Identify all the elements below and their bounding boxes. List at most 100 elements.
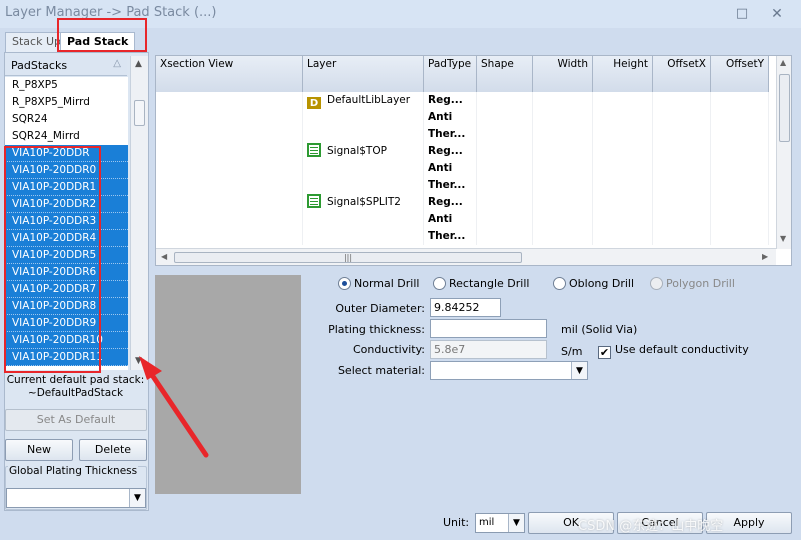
- grid-cell: [477, 126, 533, 143]
- grid-row[interactable]: Ther...: [156, 126, 776, 143]
- padstack-list-item[interactable]: R_P8XP5_Mirrd: [5, 94, 128, 111]
- layer-cell: [303, 126, 424, 143]
- grid-cell: [477, 160, 533, 177]
- unit-select[interactable]: mil ▼: [475, 513, 525, 533]
- radio-icon[interactable]: [433, 277, 446, 290]
- grid-vertical-scrollbar[interactable]: ▲ ▼: [776, 56, 791, 249]
- dropdown-arrow-icon[interactable]: ▼: [571, 362, 587, 379]
- dropdown-arrow-icon[interactable]: ▼: [508, 514, 524, 532]
- checkmark-icon[interactable]: ✔: [598, 346, 611, 359]
- grid-cell: [593, 160, 653, 177]
- scroll-up-icon[interactable]: ▲: [135, 59, 142, 69]
- padstack-list-item[interactable]: VIA10P-20DDR: [5, 145, 128, 162]
- grid-cell: [653, 194, 711, 211]
- padstack-list-item[interactable]: VIA10P-20DDR4: [5, 230, 128, 247]
- padstack-list-item[interactable]: SQR24: [5, 111, 128, 128]
- cancel-button[interactable]: Cancel: [617, 512, 703, 534]
- grid-column-header[interactable]: OffsetY: [711, 56, 769, 92]
- use-default-conductivity-checkbox[interactable]: ✔ Use default conductivity: [598, 343, 749, 359]
- padstack-list-item[interactable]: VIA10P-20DDR2: [5, 196, 128, 213]
- drill-option-radio[interactable]: Polygon Drill: [650, 277, 735, 290]
- grid-column-header[interactable]: Width: [533, 56, 593, 92]
- grid-cell: [711, 109, 769, 126]
- grid-column-header[interactable]: Xsection View: [156, 56, 303, 92]
- grid-cell: [653, 160, 711, 177]
- grid-row[interactable]: Signal$TOP Reg...: [156, 143, 776, 160]
- layer-grid: Xsection View Layer PadType Shape Width Heigh…: [155, 55, 792, 266]
- global-plating-label: Global Plating Thickness: [8, 465, 139, 477]
- dropdown-arrow-icon[interactable]: ▼: [129, 489, 145, 507]
- padstack-list-item[interactable]: VIA10P-20DDR8: [5, 298, 128, 315]
- padstack-list-item[interactable]: VIA10P-20DDR1: [5, 179, 128, 196]
- radio-icon[interactable]: [650, 277, 663, 290]
- drill-option-radio[interactable]: Normal Drill: [338, 277, 419, 290]
- signal-layer-icon: [307, 143, 321, 157]
- padstacks-header[interactable]: PadStacks △: [5, 56, 127, 76]
- grid-row[interactable]: Ther...: [156, 228, 776, 245]
- scroll-up-icon[interactable]: ▲: [780, 58, 786, 67]
- global-plating-select[interactable]: ▼: [6, 488, 146, 508]
- padstacks-scrollbar[interactable]: ▲ ▼: [130, 56, 148, 370]
- padstacks-header-label: PadStacks: [11, 59, 68, 72]
- xsection-cell: [156, 92, 303, 109]
- grid-cell: [711, 143, 769, 160]
- drill-option-radio[interactable]: Oblong Drill: [553, 277, 634, 290]
- close-icon[interactable]: ✕: [766, 4, 788, 24]
- grid-column-header[interactable]: PadType: [424, 56, 477, 92]
- maximize-icon[interactable]: □: [731, 4, 753, 24]
- set-as-default-button[interactable]: Set As Default: [5, 409, 147, 431]
- scroll-left-icon[interactable]: ◀: [161, 252, 167, 261]
- grid-column-header[interactable]: Height: [593, 56, 653, 92]
- grid-cell: [477, 92, 533, 109]
- radio-icon[interactable]: [338, 277, 351, 290]
- grid-cell: [711, 228, 769, 245]
- padstack-list-item[interactable]: VIA10P-20DDR6: [5, 264, 128, 281]
- padstack-list-item[interactable]: VIA10P-20DDR9: [5, 315, 128, 332]
- padstack-list-item[interactable]: R_P8XP5: [5, 77, 128, 94]
- grid-column-header[interactable]: OffsetX: [653, 56, 711, 92]
- grid-row[interactable]: Anti: [156, 160, 776, 177]
- padstacks-list[interactable]: R_P8XP5 R_P8XP5_Mirrd SQR24 SQR24_Mirrd VIA1…: [5, 77, 128, 370]
- grid-horizontal-scrollbar[interactable]: ◀ ||| ▶: [156, 248, 776, 265]
- padstack-list-item[interactable]: VIA10P-20DDR0: [5, 162, 128, 179]
- scroll-down-icon[interactable]: ▼: [780, 234, 786, 243]
- grid-row[interactable]: Anti: [156, 109, 776, 126]
- grid-column-header[interactable]: Layer: [303, 56, 424, 92]
- outer-diameter-field[interactable]: 9.84252: [430, 298, 501, 317]
- plating-thickness-field[interactable]: [430, 319, 547, 338]
- layer-cell: [303, 160, 424, 177]
- padstack-list-item[interactable]: VIA10P-20DDR10: [5, 332, 128, 349]
- layer-cell: Signal$SPLIT2: [303, 194, 424, 211]
- delete-button[interactable]: Delete: [79, 439, 147, 461]
- grid-row[interactable]: D DefaultLibLayer Reg...: [156, 92, 776, 109]
- scroll-right-icon[interactable]: ▶: [762, 252, 768, 261]
- padstack-list-item[interactable]: VIA10P-20DDR7: [5, 281, 128, 298]
- select-material-dropdown[interactable]: ▼: [430, 361, 588, 380]
- default-lib-layer-icon: D: [307, 97, 321, 109]
- grid-cell: [533, 177, 593, 194]
- padstack-list-item[interactable]: SQR24_Mirrd: [5, 128, 128, 145]
- grid-row[interactable]: Anti: [156, 211, 776, 228]
- padstack-list-item[interactable]: VIA10P-20DDR5: [5, 247, 128, 264]
- grid-column-header[interactable]: Shape: [477, 56, 533, 92]
- scroll-thumb[interactable]: [779, 74, 790, 142]
- apply-button[interactable]: Apply: [706, 512, 792, 534]
- grid-row[interactable]: Signal$SPLIT2 Reg...: [156, 194, 776, 211]
- xsection-cell: [156, 143, 303, 160]
- scroll-down-icon[interactable]: ▼: [135, 356, 142, 366]
- scroll-thumb[interactable]: |||: [174, 252, 522, 263]
- ok-button[interactable]: OK: [528, 512, 614, 534]
- scroll-thumb[interactable]: [134, 100, 145, 126]
- new-button[interactable]: New: [5, 439, 73, 461]
- conductivity-field[interactable]: 5.8e7: [430, 340, 547, 359]
- padstack-list-item[interactable]: VIA10P-20DDR3: [5, 213, 128, 230]
- grid-cell: [533, 211, 593, 228]
- drill-option-radio[interactable]: Rectangle Drill: [433, 277, 529, 290]
- drill-option-label: Oblong Drill: [569, 277, 635, 290]
- padstack-list-item[interactable]: VIA10P-20DDR11: [5, 349, 128, 366]
- grid-row[interactable]: Ther...: [156, 177, 776, 194]
- tab-pad-stack[interactable]: Pad Stack: [60, 32, 136, 53]
- padstack-preview: [155, 275, 301, 494]
- tab-stack-up[interactable]: Stack Up: [5, 32, 68, 52]
- radio-icon[interactable]: [553, 277, 566, 290]
